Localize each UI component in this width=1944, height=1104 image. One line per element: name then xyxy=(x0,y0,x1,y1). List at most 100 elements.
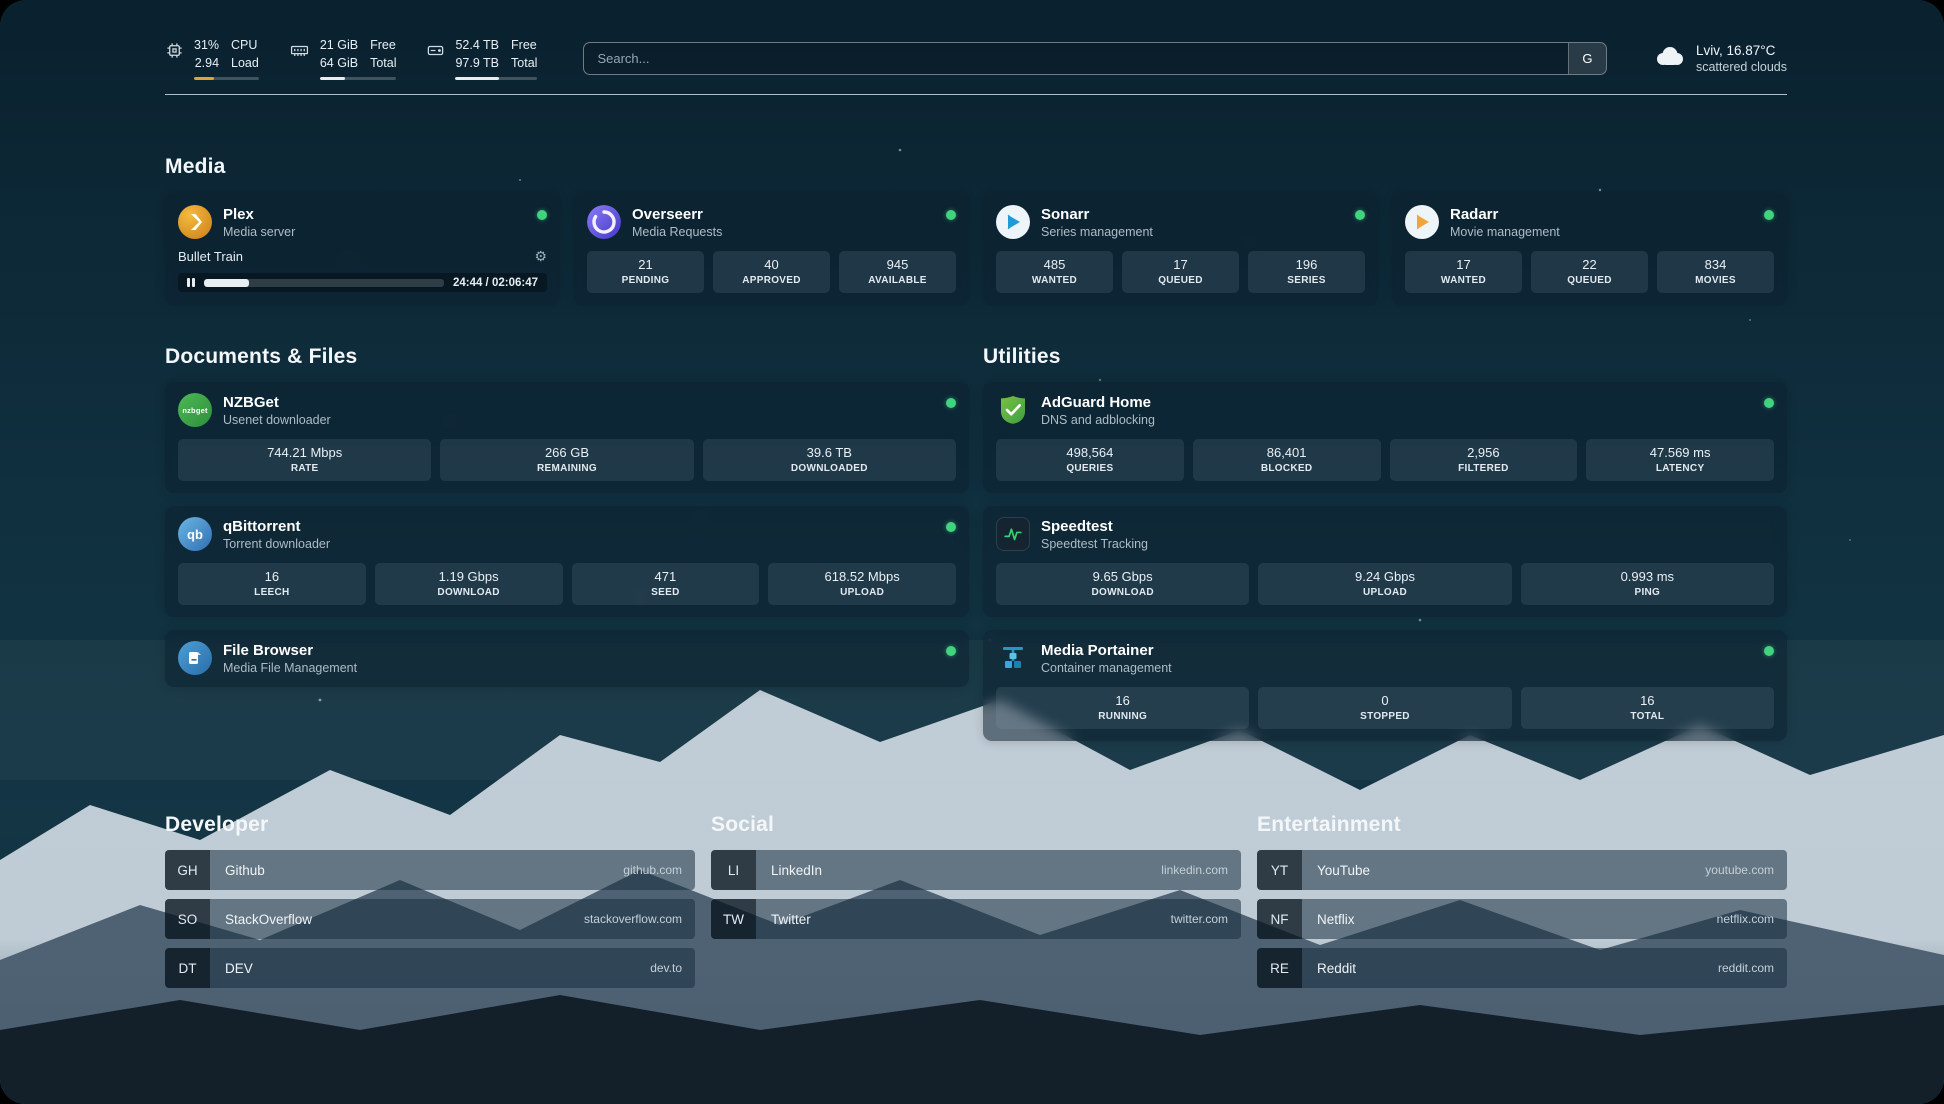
radarr-icon xyxy=(1405,205,1439,239)
bookmark-stackoverflow[interactable]: SO StackOverflow stackoverflow.com xyxy=(165,899,695,939)
status-online-dot xyxy=(946,398,956,408)
disk-label-top: Free xyxy=(511,36,537,54)
bookmark-name: DEV xyxy=(225,961,253,976)
qbittorrent-icon: qb xyxy=(178,517,212,551)
playback-time: 24:44 / 02:06:47 xyxy=(453,277,538,289)
service-name: File Browser xyxy=(223,642,935,659)
media-grid: Plex Media server Bullet Train ⚙ xyxy=(165,194,1787,305)
bookmark-abbr: YT xyxy=(1257,850,1302,890)
service-name: Plex xyxy=(223,206,526,223)
status-online-dot xyxy=(1355,210,1365,220)
bookmark-youtube[interactable]: YT YouTube youtube.com xyxy=(1257,850,1787,890)
bookmark-url: twitter.com xyxy=(1171,912,1228,926)
service-card-nzbget[interactable]: nzbget NZBGet Usenet downloader 744.21 M… xyxy=(165,382,969,493)
stat-leech: 16 LEECH xyxy=(178,563,366,605)
bookmark-name: Twitter xyxy=(771,912,811,927)
bookmark-abbr: GH xyxy=(165,850,210,890)
weather-widget: Lviv, 16.87°C scattered clouds xyxy=(1653,43,1787,74)
search-input[interactable] xyxy=(584,43,1568,74)
header-divider xyxy=(165,94,1787,95)
status-online-dot xyxy=(946,646,956,656)
disk-progress-fill xyxy=(455,77,498,80)
bookmark-linkedin[interactable]: LI LinkedIn linkedin.com xyxy=(711,850,1241,890)
overseerr-icon xyxy=(587,205,621,239)
bookmark-url: stackoverflow.com xyxy=(584,912,682,926)
service-card-filebrowser[interactable]: File Browser Media File Management xyxy=(165,630,969,687)
bookmark-abbr: LI xyxy=(711,850,756,890)
service-card-sonarr[interactable]: Sonarr Series management 485 WANTED 17 Q… xyxy=(983,194,1378,305)
stat-available: 945 AVAILABLE xyxy=(839,251,956,293)
memory-widget: 21 GiB 64 GiB Free Total xyxy=(289,36,397,80)
top-bar: 31% 2.94 CPU Load xyxy=(165,36,1787,80)
bookmark-abbr: NF xyxy=(1257,899,1302,939)
bookmark-abbr: DT xyxy=(165,948,210,988)
stat-running: 16 RUNNING xyxy=(996,687,1249,729)
stat-series: 196 SERIES xyxy=(1248,251,1365,293)
bookmark-github[interactable]: GH Github github.com xyxy=(165,850,695,890)
bookmark-twitter[interactable]: TW Twitter twitter.com xyxy=(711,899,1241,939)
service-description: Media File Management xyxy=(223,661,935,675)
bookmark-name: Netflix xyxy=(1317,912,1355,927)
stat-ping: 0.993 ms PING xyxy=(1521,563,1774,605)
search-bar: G xyxy=(583,42,1607,75)
memory-icon xyxy=(289,41,310,65)
cpu-percent: 31% xyxy=(194,36,219,54)
stat-upload: 618.52 Mbps UPLOAD xyxy=(768,563,956,605)
playback-progress-track[interactable] xyxy=(204,279,444,287)
service-name: Sonarr xyxy=(1041,206,1344,223)
bookmark-abbr: SO xyxy=(165,899,210,939)
service-description: Torrent downloader xyxy=(223,537,935,551)
service-description: Container management xyxy=(1041,661,1753,675)
gear-icon[interactable]: ⚙ xyxy=(534,248,547,265)
app-window: 31% 2.94 CPU Load xyxy=(0,0,1944,1104)
service-card-portainer[interactable]: Media Portainer Container management 16 … xyxy=(983,630,1787,741)
memory-label-bottom: Total xyxy=(370,54,396,72)
search-provider-button[interactable]: G xyxy=(1568,43,1606,74)
stat-approved: 40 APPROVED xyxy=(713,251,830,293)
bookmark-netflix[interactable]: NF Netflix netflix.com xyxy=(1257,899,1787,939)
cpu-label-top: CPU xyxy=(231,36,259,54)
bookmark-group-developer: Developer GH Github github.com SO StackO… xyxy=(165,813,695,988)
service-card-adguard[interactable]: AdGuard Home DNS and adblocking 498,564 … xyxy=(983,382,1787,493)
service-card-qbittorrent[interactable]: qb qBittorrent Torrent downloader 16 LEE… xyxy=(165,506,969,617)
disk-total: 97.9 TB xyxy=(455,54,499,72)
stat-wanted: 17 WANTED xyxy=(1405,251,1522,293)
pause-icon[interactable] xyxy=(187,278,195,287)
bookmark-group-entertainment: Entertainment YT YouTube youtube.com NF … xyxy=(1257,813,1787,988)
status-online-dot xyxy=(946,522,956,532)
adguard-icon xyxy=(996,393,1030,427)
cpu-icon xyxy=(165,41,184,65)
cpu-progress-track xyxy=(194,77,259,80)
service-name: NZBGet xyxy=(223,394,935,411)
memory-free: 21 GiB xyxy=(320,36,358,54)
status-online-dot xyxy=(537,210,547,220)
bookmark-url: github.com xyxy=(623,863,682,877)
filebrowser-icon xyxy=(178,641,212,675)
bookmark-reddit[interactable]: RE Reddit reddit.com xyxy=(1257,948,1787,988)
stat-blocked: 86,401 BLOCKED xyxy=(1193,439,1381,481)
sonarr-icon xyxy=(996,205,1030,239)
nzbget-icon: nzbget xyxy=(178,393,212,427)
playback-bar: 24:44 / 02:06:47 xyxy=(178,273,547,292)
memory-progress-track xyxy=(320,77,397,80)
disk-widget: 52.4 TB 97.9 TB Free Total xyxy=(426,36,537,80)
service-card-overseerr[interactable]: Overseerr Media Requests 21 PENDING 40 A… xyxy=(574,194,969,305)
speedtest-icon xyxy=(996,517,1030,551)
bookmark-name: LinkedIn xyxy=(771,863,822,878)
cpu-load: 2.94 xyxy=(194,54,219,72)
disk-label-bottom: Total xyxy=(511,54,537,72)
bookmark-abbr: RE xyxy=(1257,948,1302,988)
service-card-plex[interactable]: Plex Media server Bullet Train ⚙ xyxy=(165,194,560,305)
service-card-radarr[interactable]: Radarr Movie management 17 WANTED 22 QUE… xyxy=(1392,194,1787,305)
service-description: Media Requests xyxy=(632,225,935,239)
cloud-icon xyxy=(1653,44,1685,73)
resource-widgets: 31% 2.94 CPU Load xyxy=(165,36,537,80)
group-documents: Documents & Files nzbget NZBGet Usenet d… xyxy=(165,345,969,687)
bookmark-name: Reddit xyxy=(1317,961,1356,976)
bookmark-dev[interactable]: DT DEV dev.to xyxy=(165,948,695,988)
stat-pending: 21 PENDING xyxy=(587,251,704,293)
stat-queued: 22 QUEUED xyxy=(1531,251,1648,293)
service-card-speedtest[interactable]: Speedtest Speedtest Tracking 9.65 Gbps D… xyxy=(983,506,1787,617)
plex-now-playing: Bullet Train ⚙ 24:44 / 02:06:47 xyxy=(178,248,547,292)
service-description: Series management xyxy=(1041,225,1344,239)
